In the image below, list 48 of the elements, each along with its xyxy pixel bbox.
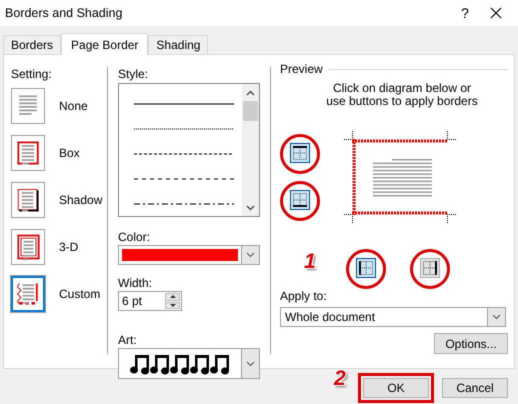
help-button[interactable]: ? [450,5,480,21]
setting-option[interactable]: Shadow [11,176,107,223]
step-number: 1 [304,251,316,272]
scrollbar-thumb[interactable] [243,101,258,121]
setting-option[interactable]: Custom [11,270,107,317]
window-title: Borders and Shading [5,6,124,20]
border-button[interactable] [356,258,376,278]
tab[interactable]: Shading [148,35,208,54]
line-style-option[interactable] [134,176,234,180]
art-label: Art: [118,333,138,348]
art-dropdown[interactable] [118,348,260,379]
apply-to-dropdown[interactable]: Whole document [280,307,506,327]
width-label: Width: [118,276,154,291]
tab[interactable]: Borders [3,35,62,54]
setting-label: Setting: [11,67,53,82]
step-number: 2 [334,368,346,389]
dialog-button[interactable]: Cancel [442,378,508,398]
setting-option[interactable]: 3-D [11,223,107,270]
style-label: Style: [118,67,150,82]
chevron-down-icon [492,314,501,320]
border-icon [293,193,307,207]
border-icon [423,261,437,275]
preview-hint: Click on diagram below or use buttons to apply borders [325,82,478,108]
dialog-button[interactable]: OK [363,378,429,398]
preview-label: Preview [280,62,323,76]
color-label: Color: [118,230,152,245]
color-dropdown[interactable] [118,245,260,265]
border-icon [293,146,307,160]
tab[interactable]: Page Border [61,33,148,55]
chevron-down-icon [246,252,255,258]
page-preview-drawing[interactable] [344,131,456,223]
chevron-down-icon [246,360,255,366]
setting-option[interactable]: None [11,82,107,129]
line-style-option[interactable] [134,152,234,156]
border-button[interactable] [290,190,310,210]
border-button[interactable] [290,143,310,163]
options-button[interactable]: Options... [434,333,508,354]
line-style-option[interactable] [134,126,234,130]
spin-up-icon[interactable] [170,295,176,298]
setting-option[interactable]: Box [11,129,107,176]
style-list[interactable] [118,83,260,217]
spin-down-icon[interactable] [170,304,176,307]
line-style-option[interactable] [134,202,234,206]
border-icon [359,261,373,275]
width-spinner[interactable]: 6 pt [118,291,182,311]
border-button[interactable] [420,258,440,278]
apply-to-label: Apply to: [280,289,328,304]
line-style-option[interactable] [134,102,234,106]
